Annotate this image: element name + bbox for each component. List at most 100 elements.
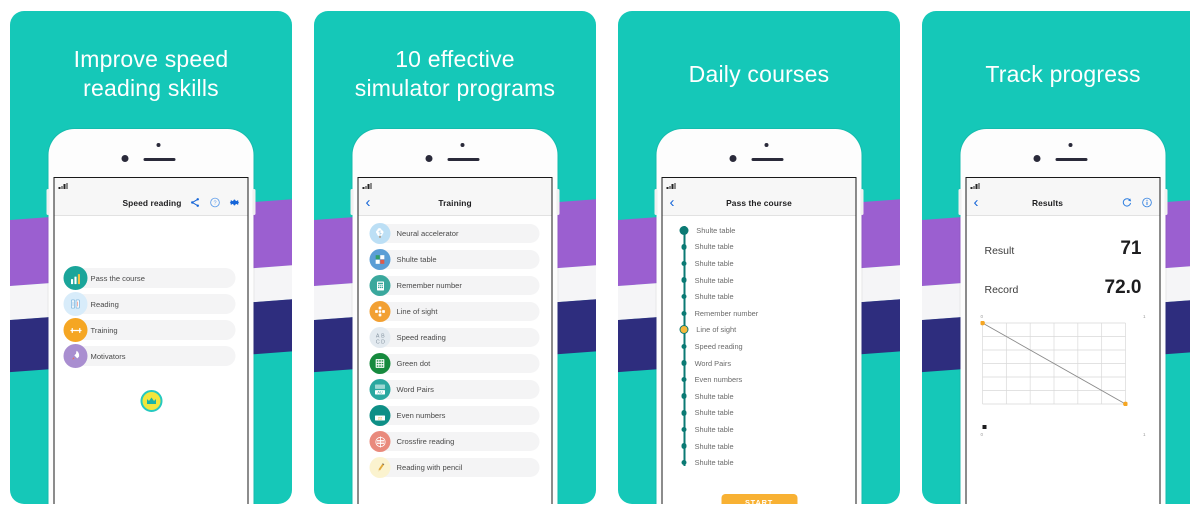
timeline-step[interactable]: Shulte table — [679, 438, 856, 455]
nav-bar: ‹ Pass the course — [662, 190, 856, 216]
menu-item-label: Pass the course — [90, 273, 145, 283]
phone-bezel — [54, 129, 249, 177]
even-numbers-icon: 22 — [369, 405, 391, 426]
step-dot-done — [681, 360, 687, 366]
page-title: Pass the course — [726, 197, 792, 208]
dumbbell-icon — [63, 318, 88, 342]
info-circle-icon[interactable] — [1142, 197, 1153, 208]
record-value: 72.0 — [1104, 277, 1142, 298]
timeline-step[interactable]: Shulte table — [679, 239, 856, 256]
program-label: Crossfire reading — [396, 437, 455, 446]
timeline-step[interactable]: Even numbers — [679, 371, 856, 388]
timeline-step[interactable]: Shulte table — [679, 421, 856, 438]
headline-line: simulator programs — [354, 75, 556, 101]
program-item-shulte-table[interactable]: Shulte table — [369, 249, 540, 270]
crown-icon[interactable] — [140, 390, 162, 412]
svg-text:B: B — [381, 333, 385, 339]
share-icon[interactable] — [190, 197, 201, 208]
chart-corner-label-top-right: 1 — [1142, 314, 1146, 319]
sensor-dot — [1068, 143, 1073, 147]
timeline-step[interactable]: Shulte table — [679, 405, 856, 422]
signal-strength-icon — [970, 182, 980, 189]
step-label: Even numbers — [694, 375, 743, 385]
front-camera — [729, 155, 737, 162]
status-bar — [54, 178, 248, 190]
step-dot-done — [681, 277, 687, 283]
refresh-icon[interactable] — [1122, 197, 1133, 208]
timeline-step[interactable]: Remember number — [679, 305, 856, 322]
back-button[interactable]: ‹ — [366, 195, 380, 210]
chart-corner-label-top-left: 0 — [980, 314, 984, 319]
status-bar — [662, 178, 856, 190]
timeline-step[interactable]: Word Pairs — [679, 355, 856, 372]
timeline-step[interactable]: Speed reading — [679, 338, 856, 355]
timeline-step-current[interactable]: Line of sight — [679, 322, 856, 339]
course-timeline: Shulte table Shulte table Shulte table S… — [663, 216, 856, 466]
menu-item-label: Motivators — [90, 351, 126, 361]
step-label: Speed reading — [694, 341, 743, 351]
menu-item-motivators[interactable]: Motivators — [63, 344, 236, 368]
promo-card-1: Improve speed reading skills Speed readi… — [10, 11, 292, 504]
timeline-step[interactable]: Shulte table — [679, 288, 856, 305]
step-label: Shulte table — [694, 292, 734, 302]
phone-bezel — [358, 129, 553, 177]
step-label: Shulte table — [694, 391, 734, 401]
program-label: Neural accelerator — [396, 229, 459, 238]
timeline-step[interactable]: Shulte table — [679, 388, 856, 405]
program-item-even-numbers[interactable]: 22 Even numbers — [369, 405, 540, 426]
back-button[interactable]: ‹ — [670, 195, 684, 210]
step-dot-done — [681, 343, 687, 350]
pencil-icon — [369, 457, 391, 478]
program-label: Even numbers — [396, 411, 446, 420]
front-camera — [1033, 155, 1041, 162]
timeline-step[interactable]: Shulte table — [679, 222, 856, 239]
gear-icon[interactable] — [229, 197, 241, 208]
svg-text:C: C — [375, 339, 379, 345]
program-item-speed-reading[interactable]: ABCD Speed reading — [369, 327, 540, 348]
phone-mockup-4: ‹ Results Result 71 Record 72.0 0 1 0 1 — [958, 129, 1168, 504]
program-item-green-dot[interactable]: Green dot — [369, 353, 540, 374]
timeline-step[interactable]: Shulte table — [679, 272, 856, 289]
help-circle-icon[interactable]: ? — [210, 197, 221, 208]
program-item-remember-number[interactable]: Remember number — [369, 275, 540, 296]
program-item-crossfire-reading[interactable]: Crossfire reading — [369, 431, 540, 452]
promo-card-4: Track progress ‹ Results Result 71 Recor… — [922, 11, 1190, 504]
step-label: Shulte table — [696, 225, 736, 235]
back-button[interactable]: ‹ — [974, 195, 988, 210]
program-item-neural-accelerator[interactable]: Neural accelerator — [369, 223, 540, 244]
step-dot-done — [681, 293, 687, 300]
record-row: Record 72.0 — [985, 277, 1142, 299]
step-dot-done — [681, 459, 687, 466]
result-row: Result 71 — [985, 238, 1142, 260]
nav-icon-group — [1122, 197, 1153, 208]
program-item-line-of-sight[interactable]: Line of sight — [369, 301, 540, 322]
timeline-step[interactable]: Shulte table — [679, 454, 856, 466]
svg-text:?: ? — [213, 201, 216, 207]
program-label: Shulte table — [396, 255, 437, 264]
progress-chart: 0 1 0 1 — [980, 314, 1146, 437]
start-button[interactable]: START — [721, 494, 797, 504]
menu-item-training[interactable]: Training — [63, 318, 236, 342]
headline-line: Track progress — [985, 61, 1141, 87]
program-label: Reading with pencil — [396, 463, 463, 472]
program-label: Word Pairs — [396, 385, 434, 394]
menu-item-reading[interactable]: Reading — [63, 292, 236, 316]
sensor-dot — [764, 143, 769, 147]
phone-mockup-1: Speed reading ? Pass the course Reading … — [46, 129, 256, 504]
program-item-reading-with-pencil[interactable]: Reading with pencil — [369, 457, 540, 478]
step-dot-done — [679, 225, 689, 235]
result-label: Result — [984, 245, 1015, 257]
program-label: Line of sight — [396, 307, 438, 316]
headline-line: 10 effective — [395, 46, 515, 72]
timeline-step[interactable]: Shulte table — [679, 255, 856, 272]
menu-item-pass-the-course[interactable]: Pass the course — [63, 266, 236, 290]
step-label: Word Pairs — [694, 358, 732, 368]
program-item-word-pairs[interactable]: AU Word Pairs — [369, 379, 540, 400]
step-dot-done — [681, 443, 687, 449]
step-label: Line of sight — [696, 325, 737, 335]
menu-item-label: Training — [90, 325, 118, 335]
brain-icon — [369, 223, 391, 244]
result-value: 71 — [1120, 238, 1142, 259]
phone-mockup-2: ‹ Training Neural accelerator Shulte tab… — [350, 129, 560, 504]
phone-screen-2: ‹ Training Neural accelerator Shulte tab… — [357, 177, 553, 504]
